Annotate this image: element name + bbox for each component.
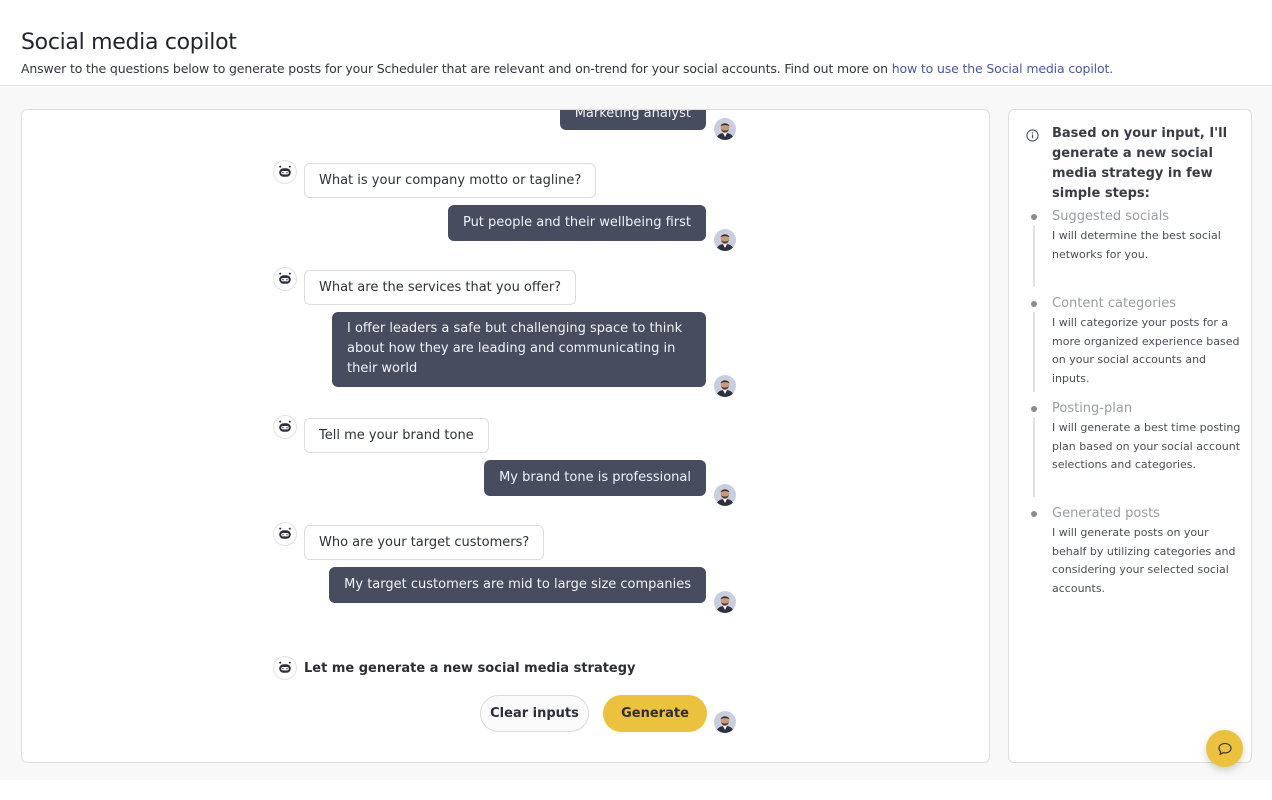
step-description: I will generate posts on your behalf by … <box>1052 526 1236 595</box>
steps-panel: Based on your input, I'll generate a new… <box>1008 109 1252 763</box>
bot-final-message: Let me generate a new social media strat… <box>273 656 636 680</box>
user-bubble: Put people and their wellbeing first <box>447 205 706 241</box>
user-bubble: Marketing analyst <box>559 110 706 130</box>
step-title: Posting-plan <box>1052 401 1133 416</box>
step-dot <box>1031 511 1037 517</box>
robot-icon <box>273 656 297 680</box>
steps-list: Suggested socials I will determine the b… <box>1026 208 1246 598</box>
info-icon <box>1026 129 1039 142</box>
bot-bubble: Tell me your brand tone <box>304 418 489 453</box>
bot-bubble: What is your company motto or tagline? <box>304 163 597 198</box>
chat-bubble-icon <box>1217 742 1232 755</box>
clear-inputs-button[interactable]: Clear inputs <box>480 695 589 732</box>
robot-icon <box>273 415 297 439</box>
user-message: Put people and their wellbeing first <box>447 205 736 241</box>
bot-message: Tell me your brand tone <box>273 415 489 453</box>
robot-icon <box>273 522 297 546</box>
step-connector <box>1033 417 1035 497</box>
chat-support-button[interactable] <box>1206 730 1243 767</box>
bot-message: What are the services that you offer? <box>273 267 577 305</box>
step-title: Suggested socials <box>1052 209 1170 224</box>
user-avatar <box>714 591 736 613</box>
final-prompt: Let me generate a new social media strat… <box>304 661 636 676</box>
help-link[interactable]: how to use the Social media copilot. <box>892 61 1113 76</box>
steps-intro: Based on your input, I'll generate a new… <box>1026 124 1242 204</box>
step-item: Posting-plan I will generate a best time… <box>1026 400 1246 505</box>
user-bubble: I offer leaders a safe but challenging s… <box>332 312 706 387</box>
step-description: I will categorize your posts for a more … <box>1052 316 1240 385</box>
user-bubble: My target customers are mid to large siz… <box>329 567 706 603</box>
user-message: My target customers are mid to large siz… <box>329 567 736 603</box>
chat-panel[interactable]: Marketing analyst What is your company m… <box>21 109 990 763</box>
intro-text: Based on your input, I'll generate a new… <box>1052 126 1228 201</box>
subtitle-text: Answer to the questions below to generat… <box>21 61 892 76</box>
user-avatar <box>714 229 736 251</box>
user-message: My brand tone is professional <box>484 460 736 496</box>
step-title: Generated posts <box>1052 506 1160 521</box>
page-header: Social media copilot Answer to the quest… <box>0 0 1272 86</box>
bot-message: What is your company motto or tagline? <box>273 160 597 198</box>
step-item: Content categories I will categorize you… <box>1026 295 1246 400</box>
robot-icon <box>273 267 297 291</box>
step-connector <box>1033 312 1035 392</box>
user-avatar <box>714 375 736 397</box>
robot-icon <box>273 160 297 184</box>
main-area: Marketing analyst What is your company m… <box>0 87 1272 780</box>
user-message: I offer leaders a safe but challenging s… <box>332 312 736 387</box>
bot-bubble: Who are your target customers? <box>304 525 545 560</box>
step-description: I will generate a best time posting plan… <box>1052 421 1241 471</box>
bot-bubble: What are the services that you offer? <box>304 270 577 305</box>
user-avatar <box>714 118 736 140</box>
step-description: I will determine the best social network… <box>1052 229 1221 261</box>
generate-button[interactable]: Generate <box>603 695 707 732</box>
step-item: Suggested socials I will determine the b… <box>1026 208 1246 295</box>
step-dot <box>1031 301 1037 307</box>
bot-message: Who are your target customers? <box>273 522 545 560</box>
page-title: Social media copilot <box>21 30 237 55</box>
user-bubble: My brand tone is professional <box>484 460 706 496</box>
step-connector <box>1033 225 1035 287</box>
step-dot <box>1031 406 1037 412</box>
page-subtitle: Answer to the questions below to generat… <box>21 61 1251 76</box>
step-dot <box>1031 214 1037 220</box>
user-avatar <box>714 484 736 506</box>
user-avatar <box>714 711 736 733</box>
user-message: Marketing analyst <box>559 110 736 130</box>
page-footer-space <box>0 780 1272 800</box>
step-title: Content categories <box>1052 296 1176 311</box>
step-item: Generated posts I will generate posts on… <box>1026 505 1246 598</box>
